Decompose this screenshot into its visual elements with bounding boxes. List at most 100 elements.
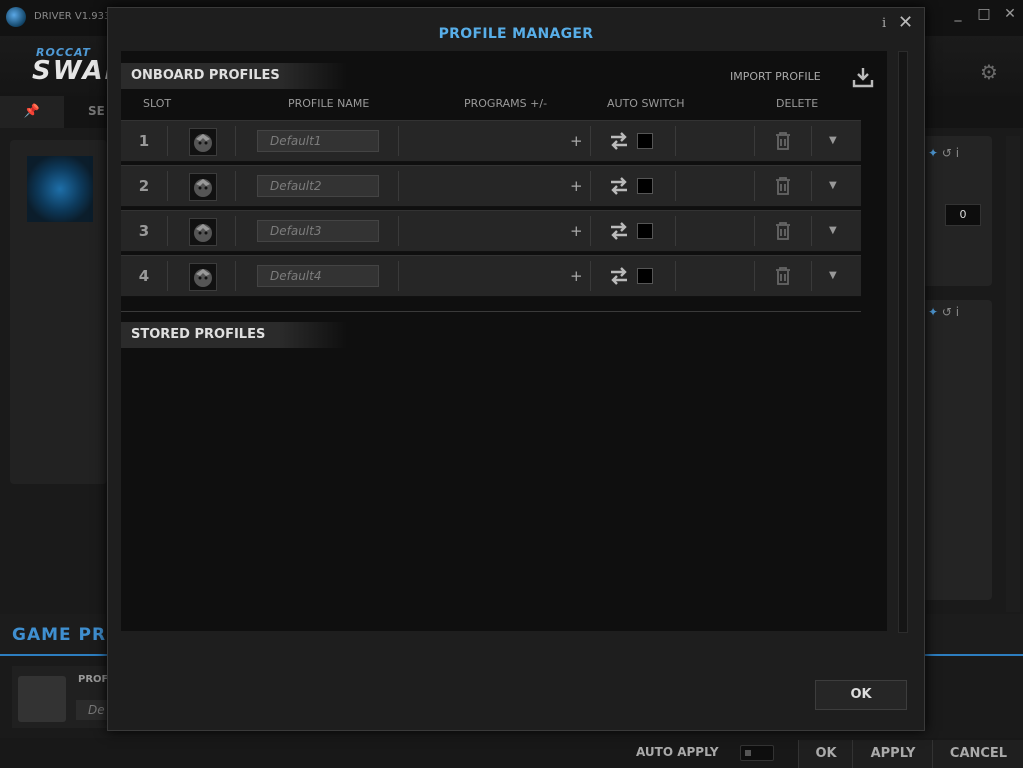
add-program-button[interactable]: +: [570, 166, 583, 206]
dialog-scrollbar[interactable]: [898, 51, 908, 633]
auto-switch-checkbox[interactable]: [637, 133, 653, 149]
chevron-down-icon[interactable]: ▼: [829, 211, 837, 251]
pin-tab[interactable]: 📌: [0, 96, 64, 128]
swap-icon: [611, 177, 627, 195]
profile-name-input[interactable]: Default2: [257, 175, 379, 197]
divider: [590, 216, 591, 246]
divider: [811, 171, 812, 201]
add-program-button[interactable]: +: [570, 211, 583, 251]
info-icon[interactable]: i: [956, 146, 959, 160]
divider: [398, 126, 399, 156]
maximize-icon[interactable]: □: [971, 0, 997, 28]
pin-icon[interactable]: ✦: [928, 146, 938, 160]
profile-avatar-icon[interactable]: [189, 173, 217, 201]
profile-name-input[interactable]: Default4: [257, 265, 379, 287]
divider: [675, 216, 676, 246]
divider: [754, 216, 755, 246]
download-icon[interactable]: [852, 66, 874, 88]
close-window-icon[interactable]: ✕: [997, 0, 1023, 28]
profile-name-input[interactable]: Default3: [257, 220, 379, 242]
window-controls: _ □ ✕: [945, 0, 1023, 30]
auto-switch-checkbox[interactable]: [637, 178, 653, 194]
auto-switch-checkbox[interactable]: [637, 223, 653, 239]
trash-icon[interactable]: [774, 266, 792, 286]
minimize-icon[interactable]: _: [945, 0, 971, 28]
panel-toolbar-top: ✦ ↺ i: [928, 146, 959, 160]
add-program-button[interactable]: +: [570, 256, 583, 296]
profile-avatar-icon[interactable]: [189, 218, 217, 246]
game-profile-label: PROF: [78, 674, 109, 685]
undo-icon[interactable]: ↺: [942, 305, 952, 319]
cancel-button[interactable]: CANCEL: [932, 740, 1023, 768]
divider: [167, 126, 168, 156]
pin-icon[interactable]: ✦: [928, 305, 938, 319]
slot-number: 4: [138, 267, 150, 285]
info-icon[interactable]: i: [956, 305, 959, 319]
divider: [590, 126, 591, 156]
divider: [675, 126, 676, 156]
game-profile-avatar: [18, 676, 66, 722]
undo-icon[interactable]: ↺: [942, 146, 952, 160]
divider: [398, 216, 399, 246]
divider: [235, 171, 236, 201]
trash-icon[interactable]: [774, 131, 792, 151]
info-icon[interactable]: i: [882, 16, 886, 31]
panel-toolbar-bottom: ✦ ↺ i: [928, 305, 959, 319]
trash-icon[interactable]: [774, 221, 792, 241]
stored-profiles-header: STORED PROFILES: [121, 322, 347, 348]
profile-row: 3 Default3 + ▼: [121, 210, 861, 252]
divider: [675, 261, 676, 291]
slot-number: 2: [138, 177, 150, 195]
divider: [398, 171, 399, 201]
game-profiles-title: GAME PR: [12, 625, 107, 645]
chevron-down-icon[interactable]: ▼: [829, 256, 837, 296]
divider: [235, 216, 236, 246]
slot-number: 1: [138, 132, 150, 150]
divider: [811, 216, 812, 246]
divider: [235, 261, 236, 291]
dialog-ok-button[interactable]: OK: [815, 680, 907, 710]
profile-avatar-icon[interactable]: [189, 128, 217, 156]
swap-icon: [611, 222, 627, 240]
auto-switch-checkbox[interactable]: [637, 268, 653, 284]
divider: [590, 171, 591, 201]
value-input[interactable]: 0: [945, 204, 981, 226]
slot-number: 3: [138, 222, 150, 240]
trash-icon[interactable]: [774, 176, 792, 196]
import-profile-label[interactable]: IMPORT PROFILE: [730, 70, 821, 83]
swap-icon: [611, 267, 627, 285]
app-scrollbar[interactable]: [1006, 136, 1020, 612]
column-profile-name: PROFILE NAME: [288, 97, 370, 110]
chevron-down-icon[interactable]: ▼: [829, 121, 837, 161]
gear-icon[interactable]: ⚙: [980, 60, 998, 84]
tab-settings[interactable]: SE: [88, 104, 105, 118]
close-icon[interactable]: ✕: [898, 12, 913, 33]
divider: [811, 126, 812, 156]
ok-button[interactable]: OK: [798, 740, 853, 768]
divider: [754, 126, 755, 156]
driver-version: DRIVER V1.933: [34, 11, 111, 22]
column-auto-switch: AUTO SWITCH: [607, 97, 685, 110]
profile-name-input[interactable]: Default1: [257, 130, 379, 152]
profile-avatar-icon[interactable]: [189, 263, 217, 291]
right-panel-bottom: [922, 300, 992, 600]
apply-button[interactable]: APPLY: [852, 740, 933, 768]
profile-manager-dialog: PROFILE MANAGER i ✕ ONBOARD PROFILES IMP…: [107, 7, 925, 731]
divider: [754, 261, 755, 291]
dialog-title: PROFILE MANAGER: [438, 26, 594, 42]
chevron-down-icon[interactable]: ▼: [829, 166, 837, 206]
divider: [590, 261, 591, 291]
add-program-button[interactable]: +: [570, 121, 583, 161]
swap-icon: [611, 132, 627, 150]
column-programs: PROGRAMS +/-: [464, 97, 548, 110]
divider: [167, 216, 168, 246]
pin-icon: 📌: [23, 104, 41, 119]
auto-apply-toggle[interactable]: [740, 745, 774, 761]
onboard-profiles-header: ONBOARD PROFILES: [121, 63, 347, 89]
divider: [811, 261, 812, 291]
divider: [167, 261, 168, 291]
column-slot: SLOT: [143, 97, 172, 110]
section-divider: [121, 311, 861, 312]
roccat-logo-icon: [6, 7, 26, 27]
auto-apply-label: AUTO APPLY: [636, 745, 719, 759]
